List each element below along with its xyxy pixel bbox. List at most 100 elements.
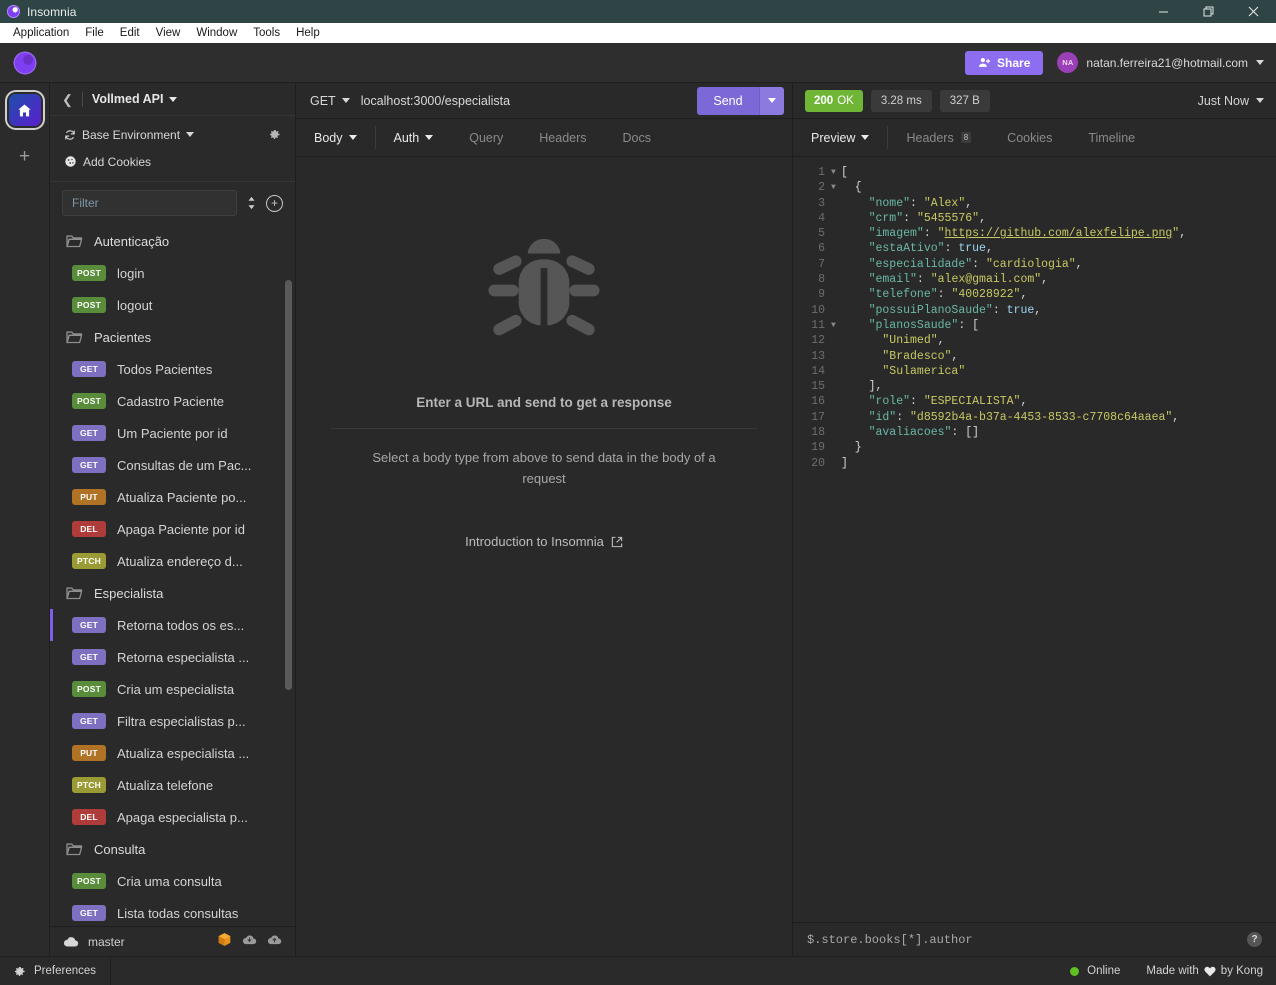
request-row[interactable]: POST login <box>50 257 295 289</box>
response-body-json[interactable]: 1 ▼[2 ▼ {3 "nome": "Alex", 4 "crm": "545557… <box>793 157 1276 922</box>
menu-file[interactable]: File <box>77 23 112 43</box>
minimize-icon[interactable] <box>1141 0 1186 23</box>
request-row[interactable]: POST logout <box>50 289 295 321</box>
request-row[interactable]: PUT Atualiza especialista ... <box>50 737 295 769</box>
tab-label: Body <box>314 130 343 145</box>
add-cookies-button[interactable]: Add Cookies <box>64 155 151 169</box>
folder-row[interactable]: Autenticação <box>50 225 295 257</box>
json-line: 1 ▼[ <box>793 165 1276 180</box>
json-line: 18 "avaliacoes": [] <box>793 425 1276 440</box>
folder-row[interactable]: Consulta <box>50 833 295 865</box>
create-request-button[interactable]: + <box>266 194 283 212</box>
workspace-dropdown[interactable]: Vollmed API <box>92 92 178 106</box>
request-row[interactable]: DEL Apaga especialista p... <box>50 801 295 833</box>
account-menu[interactable]: NA natan.ferreira21@hotmail.com <box>1057 52 1264 73</box>
add-workspace-button[interactable]: + <box>19 147 30 166</box>
response-size[interactable]: 327 B <box>939 89 990 112</box>
share-button[interactable]: Share <box>965 50 1044 75</box>
request-row[interactable]: DEL Apaga Paciente por id <box>50 513 295 545</box>
sort-icon[interactable] <box>246 196 257 210</box>
request-row[interactable]: POST Cadastro Paciente <box>50 385 295 417</box>
request-name: Filtra especialistas p... <box>117 713 246 729</box>
restore-icon[interactable] <box>1186 0 1231 23</box>
request-row[interactable]: GET Retorna todos os es... <box>50 609 295 641</box>
menu-help[interactable]: Help <box>288 23 328 43</box>
back-icon[interactable]: ❮ <box>62 93 73 106</box>
cloud-upload-icon[interactable] <box>267 933 282 951</box>
json-token-p: [ <box>841 166 848 179</box>
cloud-download-icon[interactable] <box>242 933 257 951</box>
menu-edit[interactable]: Edit <box>112 23 148 43</box>
method-badge: PTCH <box>72 553 106 569</box>
request-row[interactable]: GET Todos Pacientes <box>50 353 295 385</box>
menu-tools[interactable]: Tools <box>245 23 288 43</box>
tab-auth[interactable]: Auth <box>376 119 452 156</box>
json-token-p: , <box>1075 257 1083 271</box>
request-row[interactable]: GET Retorna especialista ... <box>50 641 295 673</box>
cookies-row[interactable]: Add Cookies <box>50 148 295 175</box>
help-icon[interactable]: ? <box>1247 932 1262 947</box>
tab-headers[interactable]: Headers <box>521 119 604 156</box>
menu-window[interactable]: Window <box>188 23 245 43</box>
request-row[interactable]: POST Cria um especialista <box>50 673 295 705</box>
method-badge: GET <box>72 361 106 377</box>
request-row[interactable]: POST Cria uma consulta <box>50 865 295 897</box>
environment-dropdown[interactable]: Base Environment <box>64 128 195 142</box>
json-token-p: , <box>1179 227 1187 241</box>
method-dropdown[interactable]: GET <box>296 94 350 108</box>
request-row[interactable]: GET Filtra especialistas p... <box>50 705 295 737</box>
fold-toggle-icon[interactable]: ▼ <box>831 180 841 195</box>
title-bar-left: Insomnia <box>0 5 1141 19</box>
tab-headers[interactable]: Headers 8 <box>888 119 989 156</box>
tab-preview[interactable]: Preview <box>793 119 887 156</box>
json-line: 11 ▼ "planosSaude": [ <box>793 318 1276 333</box>
git-branch-label[interactable]: master <box>88 935 125 949</box>
preferences-button[interactable]: Preferences <box>0 956 112 985</box>
search-input[interactable] <box>62 190 237 216</box>
url-input[interactable]: localhost:3000/especialista <box>350 94 697 108</box>
method-badge: GET <box>72 617 106 633</box>
request-row[interactable]: PTCH Atualiza telefone <box>50 769 295 801</box>
request-row[interactable]: GET Um Paciente por id <box>50 417 295 449</box>
tab-docs[interactable]: Docs <box>605 119 669 156</box>
menu-view[interactable]: View <box>148 23 189 43</box>
response-history-dropdown[interactable]: Just Now <box>1198 94 1264 108</box>
close-icon[interactable] <box>1231 0 1276 23</box>
request-tree[interactable]: Autenticação POST login POST logout Pacientes… <box>50 225 295 926</box>
jsonpath-input[interactable] <box>807 932 1247 947</box>
fold-toggle-icon[interactable]: ▼ <box>831 165 841 180</box>
tab-query[interactable]: Query <box>451 119 521 156</box>
json-token-p: , <box>1041 273 1049 287</box>
home-icon[interactable] <box>8 94 41 126</box>
folder-name: Consulta <box>94 841 146 857</box>
send-options-button[interactable] <box>759 86 784 115</box>
request-row[interactable]: PTCH Atualiza endereço d... <box>50 545 295 577</box>
request-row[interactable]: GET Lista todas consultas <box>50 897 295 926</box>
sidebar-scrollbar[interactable] <box>285 280 292 690</box>
request-row[interactable]: PUT Atualiza Paciente po... <box>50 481 295 513</box>
request-row[interactable]: GET Consultas de um Pac... <box>50 449 295 481</box>
online-label: Online <box>1087 965 1121 977</box>
send-button[interactable]: Send <box>697 86 759 115</box>
response-time[interactable]: 3.28 ms <box>870 89 932 112</box>
tab-timeline[interactable]: Timeline <box>1070 119 1153 156</box>
folder-row[interactable]: Especialista <box>50 577 295 609</box>
intro-link[interactable]: Introduction to Insomnia <box>465 534 623 549</box>
environment-row[interactable]: Base Environment <box>50 121 295 148</box>
line-number: 14 <box>811 364 825 378</box>
line-number: 20 <box>811 456 825 470</box>
status-dot-icon <box>1070 966 1080 976</box>
package-icon[interactable] <box>217 932 232 952</box>
fold-toggle-icon[interactable]: ▼ <box>831 318 841 333</box>
method-label: GET <box>310 93 336 108</box>
share-label: Share <box>997 55 1031 70</box>
tab-label: Query <box>469 130 504 145</box>
menu-application[interactable]: Application <box>5 23 77 43</box>
tab-body[interactable]: Body <box>296 119 375 156</box>
json-token-lnk[interactable]: https://github.com/alexfelipe.png <box>945 227 1173 240</box>
folder-row[interactable]: Pacientes <box>50 321 295 353</box>
line-number: 19 <box>811 441 825 455</box>
gear-icon[interactable] <box>268 128 281 141</box>
status-badge[interactable]: 200 OK <box>805 89 863 112</box>
tab-cookies[interactable]: Cookies <box>989 119 1070 156</box>
